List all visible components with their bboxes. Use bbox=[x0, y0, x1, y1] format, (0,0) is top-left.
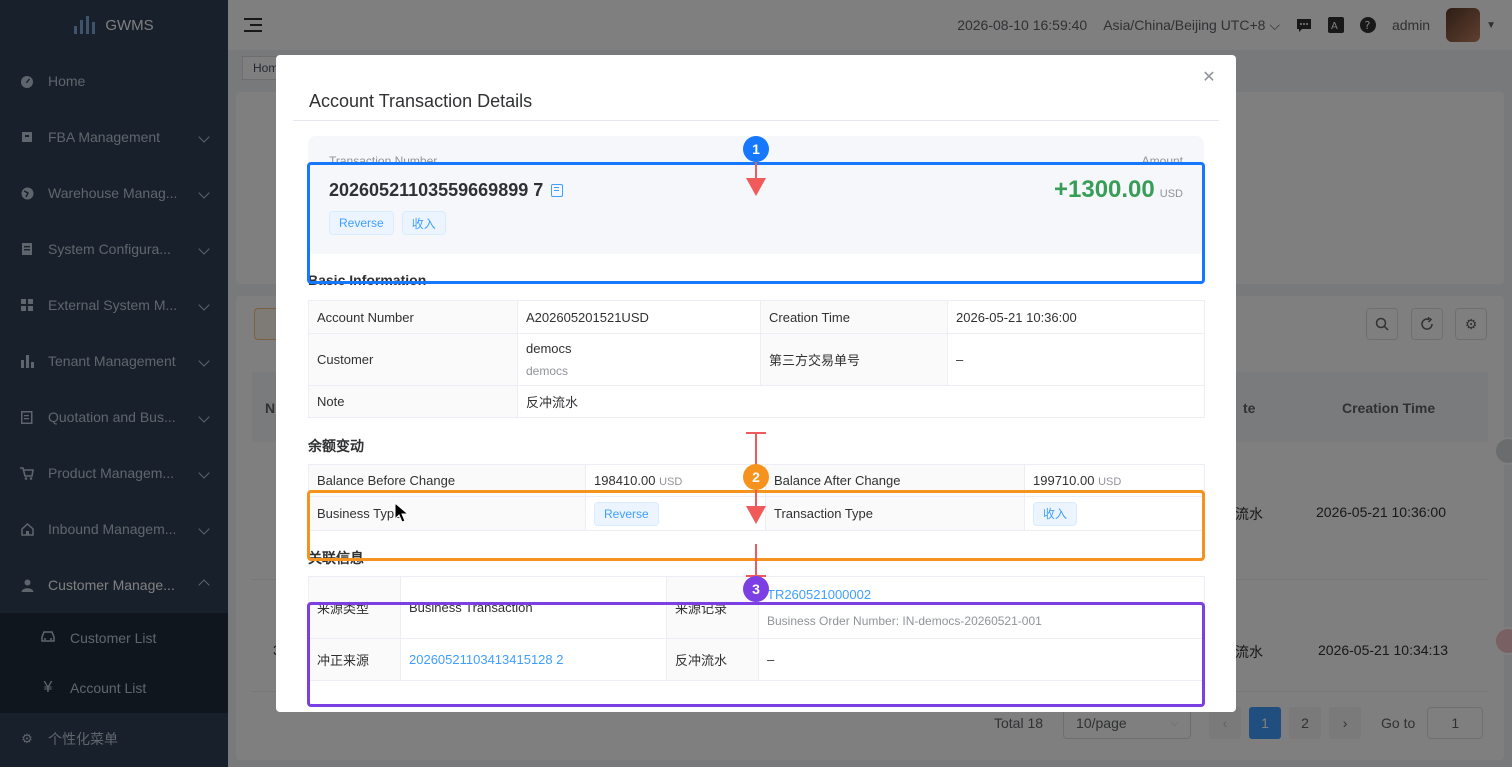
annotation-badge-1: 1 bbox=[743, 136, 769, 162]
mouse-cursor-icon bbox=[394, 502, 410, 523]
annotation-badge-2: 2 bbox=[743, 464, 769, 490]
annotation-badge-3: 3 bbox=[743, 576, 769, 602]
annotation-arrows bbox=[746, 162, 766, 577]
